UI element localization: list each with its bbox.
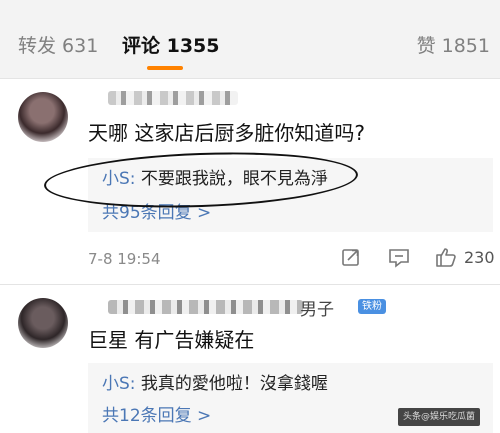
view-replies-link[interactable]: 共12条回复 > (102, 405, 211, 427)
username-fragment[interactable]: 男子 (300, 295, 334, 320)
comment-text: 天哪 这家店后厨多脏你知道吗? (88, 121, 365, 145)
reply-author[interactable]: 小S: (102, 374, 136, 394)
comment-icon (389, 249, 409, 268)
comment-timestamp: 7-8 19:54 (88, 250, 161, 268)
like-button[interactable]: 230 (434, 246, 495, 268)
share-icon (342, 249, 359, 266)
tab-comment[interactable]: 评论 1355 (122, 34, 220, 58)
tab-like[interactable]: 赞 1851 (417, 34, 490, 58)
thumbs-up-icon (436, 248, 456, 267)
watermark: 头条@娱乐吃瓜菌 (398, 408, 481, 426)
avatar[interactable] (18, 298, 68, 348)
like-count: 230 (464, 247, 495, 267)
active-tab-indicator (147, 66, 183, 70)
share-button[interactable] (340, 246, 362, 268)
reply-line: 小S: 我真的愛他啦！沒拿錢喔 (102, 373, 328, 395)
avatar[interactable] (18, 92, 68, 142)
comment-text: 巨星 有广告嫌疑在 (88, 328, 255, 352)
reply-text: 我真的愛他啦！沒拿錢喔 (135, 374, 328, 394)
fan-badge: 铁粉 (358, 299, 386, 314)
comment-tabs-bar: 转发 631 评论 1355 赞 1851 (0, 0, 500, 78)
blurred-username[interactable] (108, 91, 238, 105)
reply-button[interactable] (387, 246, 411, 268)
tab-repost[interactable]: 转发 631 (18, 34, 98, 58)
blurred-username[interactable] (108, 300, 303, 314)
divider (0, 284, 500, 285)
divider (0, 78, 500, 79)
